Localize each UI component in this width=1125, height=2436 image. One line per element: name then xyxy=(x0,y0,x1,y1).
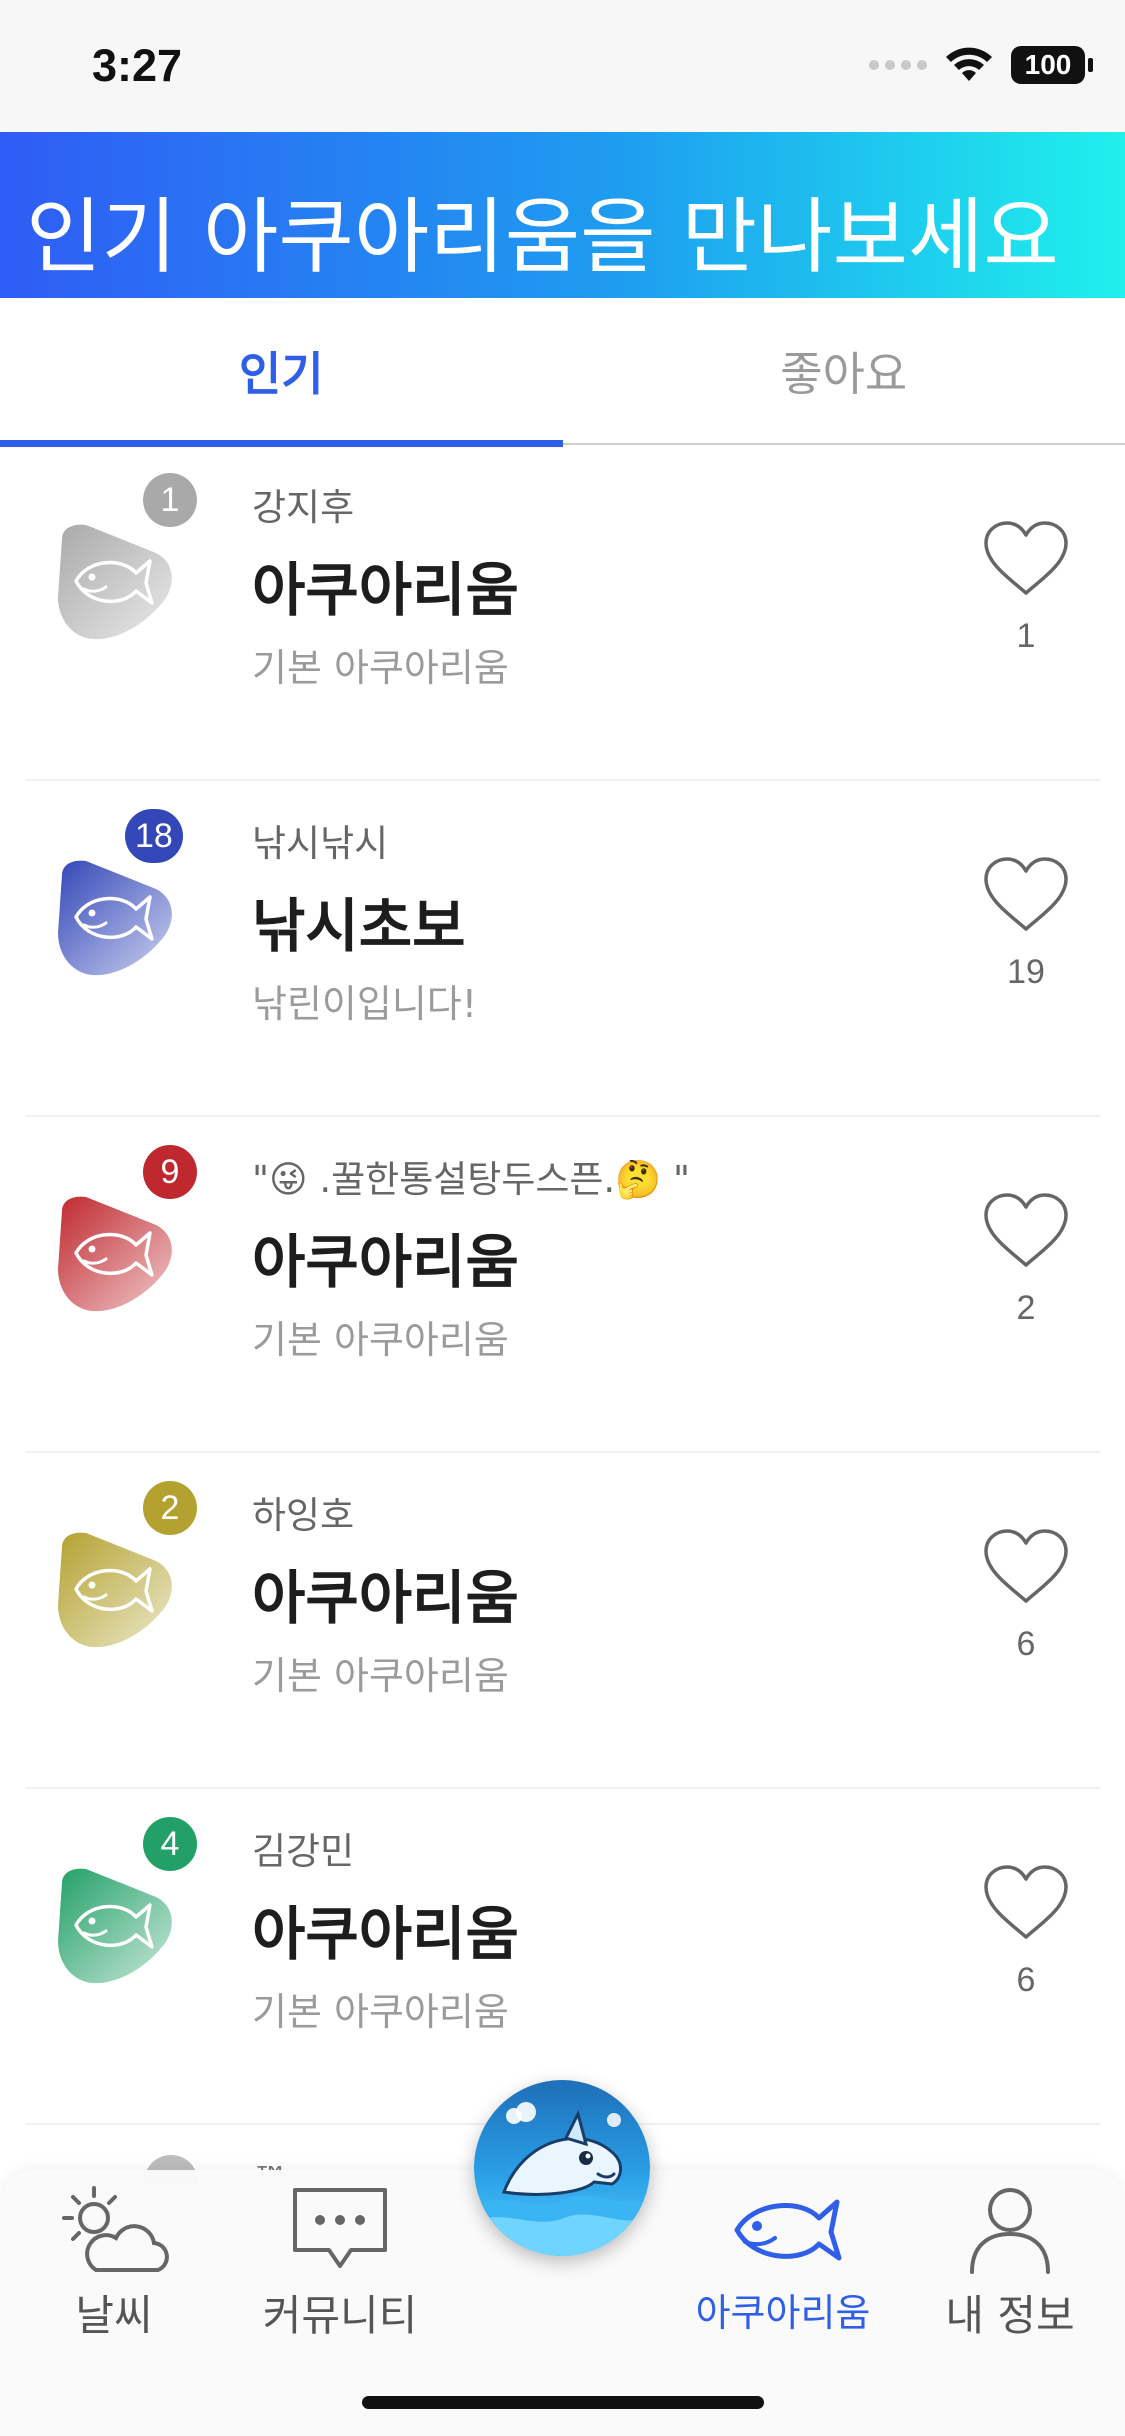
fish-icon xyxy=(58,1532,172,1648)
heart-icon[interactable] xyxy=(980,1525,1072,1607)
heart-icon[interactable] xyxy=(980,517,1072,599)
fish-icon xyxy=(734,2199,842,2261)
tab-bar: 인기 좋아요 xyxy=(0,298,1125,447)
status-bar: 3:27 100 xyxy=(0,0,1125,132)
owner-name: 낚시낚시 xyxy=(252,822,389,865)
rank-badge: 4 xyxy=(143,1817,197,1871)
heart-icon[interactable] xyxy=(980,1861,1072,1943)
tab-weather[interactable]: 날씨 xyxy=(14,2170,214,2350)
center-dolphin-button[interactable] xyxy=(474,2080,650,2256)
fish-icon xyxy=(58,524,172,640)
heart-icon[interactable] xyxy=(980,1189,1072,1271)
owner-name: 하잉호 xyxy=(252,1494,355,1537)
tab-my-info[interactable]: 내 정보 xyxy=(910,2170,1110,2350)
wifi-icon xyxy=(946,47,992,81)
owner-name: 강지후 xyxy=(252,486,355,529)
like-count: 6 xyxy=(1016,1961,1036,1999)
aquarium-name: 아쿠아리움 xyxy=(252,1564,519,1632)
tab-likes[interactable]: 좋아요 xyxy=(563,298,1125,443)
like-count: 2 xyxy=(1016,1289,1036,1327)
home-indicator xyxy=(362,2396,764,2409)
rank-badge: 1 xyxy=(143,473,197,527)
aquarium-name: 아쿠아리움 xyxy=(252,556,519,624)
header-banner: 인기 아쿠아리움을 만나보세요 xyxy=(0,132,1125,298)
list-item[interactable]: 2 하잉호 아쿠아리움 기본 아쿠아리움 6 xyxy=(0,1453,1125,1789)
rank-badge: 18 xyxy=(125,809,183,863)
list-item[interactable]: 4 김강민 아쿠아리움 기본 아쿠아리움 6 xyxy=(0,1789,1125,2125)
list-item[interactable]: 18 낚시낚시 낚시초보 낚린이입니다! 19 xyxy=(0,781,1125,1117)
tab-popular[interactable]: 인기 xyxy=(0,298,563,447)
dolphin-icon xyxy=(474,2102,650,2256)
like-count: 6 xyxy=(1016,1625,1036,1663)
signal-icon xyxy=(869,60,927,70)
like-count: 1 xyxy=(1016,617,1036,655)
aquarium-description: 낚린이입니다! xyxy=(252,982,477,1026)
tab-aquarium-label: 아쿠아리움 xyxy=(695,2291,871,2335)
aquarium-description: 기본 아쿠아리움 xyxy=(252,1318,509,1362)
aquarium-name: 아쿠아리움 xyxy=(252,1228,519,1296)
fish-icon xyxy=(58,1868,172,1984)
aquarium-list: 1 강지후 아쿠아리움 기본 아쿠아리움 1 18 낚시낚시 낚시초보 낚린이입… xyxy=(0,445,1125,2125)
tab-my-info-label: 내 정보 xyxy=(945,2291,1075,2340)
aquarium-description: 기본 아쿠아리움 xyxy=(252,1654,509,1698)
owner-name: 김강민 xyxy=(252,1830,355,1873)
list-item[interactable]: 1 강지후 아쿠아리움 기본 아쿠아리움 1 xyxy=(0,445,1125,781)
chat-icon xyxy=(293,2188,387,2268)
weather-icon xyxy=(62,2186,169,2272)
aquarium-name: 낚시초보 xyxy=(252,892,466,960)
owner-name: "😜 .꿀한통설탕두스픈.🤔 " xyxy=(252,1158,691,1201)
battery-icon: 100 xyxy=(1011,46,1093,84)
aquarium-description: 기본 아쿠아리움 xyxy=(252,1990,509,2034)
aquarium-description: 기본 아쿠아리움 xyxy=(252,646,509,690)
like-count: 19 xyxy=(1007,953,1045,991)
tab-aquarium[interactable]: 아쿠아리움 xyxy=(683,2170,883,2350)
aquarium-name: 아쿠아리움 xyxy=(252,1900,519,1968)
person-icon xyxy=(970,2188,1050,2274)
rank-badge: 9 xyxy=(143,1145,197,1199)
list-item[interactable]: 9 "😜 .꿀한통설탕두스픈.🤔 " 아쿠아리움 기본 아쿠아리움 2 xyxy=(0,1117,1125,1453)
page-title: 인기 아쿠아리움을 만나보세요 xyxy=(26,190,1059,285)
fish-icon xyxy=(58,860,172,976)
heart-icon[interactable] xyxy=(980,853,1072,935)
tab-community[interactable]: 커뮤니티 xyxy=(240,2170,440,2350)
tab-weather-label: 날씨 xyxy=(75,2291,153,2340)
rank-badge: 2 xyxy=(143,1481,197,1535)
status-indicators: 100 xyxy=(869,46,1093,84)
status-time: 3:27 xyxy=(92,40,183,91)
tab-community-label: 커뮤니티 xyxy=(262,2291,418,2340)
fish-icon xyxy=(58,1196,172,1312)
